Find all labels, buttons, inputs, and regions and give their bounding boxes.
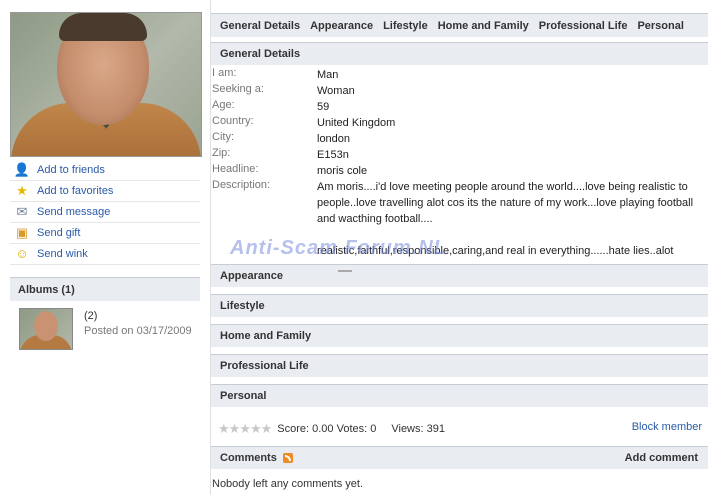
action-label: Send wink xyxy=(37,248,88,260)
field-value: london xyxy=(317,133,351,145)
rating-bar: ★★★★★ Score: 0.00 Votes: 0 Views: 391 xyxy=(218,421,445,437)
album-photo-count[interactable]: (2) xyxy=(84,310,97,322)
field-label: Age: xyxy=(212,99,235,111)
field-label: Headline: xyxy=(212,163,259,175)
section-personal[interactable]: Personal xyxy=(211,384,708,407)
field-label: Seeking a: xyxy=(212,83,264,95)
profile-tabs: General Details Appearance Lifestyle Hom… xyxy=(211,13,708,37)
tab-appearance[interactable]: Appearance xyxy=(310,20,373,32)
add-to-favorites-link[interactable]: ★ Add to favorites xyxy=(10,181,200,202)
albums-title: Albums (1) xyxy=(18,283,75,296)
add-comment-link[interactable]: Add comment xyxy=(625,452,698,464)
no-comments-text: Nobody left any comments yet. xyxy=(212,478,364,490)
profile-photo[interactable] xyxy=(10,12,202,157)
action-label: Send message xyxy=(37,206,111,218)
section-lifestyle[interactable]: Lifestyle xyxy=(211,294,708,317)
rating-stars[interactable]: ★★★★★ xyxy=(218,421,273,437)
field-label: Country: xyxy=(212,115,254,127)
star-icon[interactable]: ★ xyxy=(218,421,230,436)
action-label: Send gift xyxy=(37,227,81,239)
tab-professional-life[interactable]: Professional Life xyxy=(539,20,628,32)
gift-icon: ▣ xyxy=(15,225,29,240)
rss-icon[interactable] xyxy=(282,453,293,463)
section-general-details[interactable]: General Details xyxy=(211,42,708,65)
star-icon[interactable]: ★ xyxy=(250,421,262,436)
comments-header: Comments Add comment xyxy=(211,446,708,469)
field-label: Zip: xyxy=(212,147,231,159)
section-title: Appearance xyxy=(220,270,283,282)
album-thumbnail[interactable] xyxy=(19,308,73,350)
tab-general-details[interactable]: General Details xyxy=(220,20,300,32)
add-to-friends-link[interactable]: 👤 Add to friends xyxy=(10,160,200,181)
section-title: Lifestyle xyxy=(220,300,265,312)
tab-lifestyle[interactable]: Lifestyle xyxy=(383,20,428,32)
field-value: moris cole xyxy=(317,165,368,177)
star-icon[interactable]: ★ xyxy=(261,421,273,436)
field-value: 59 xyxy=(317,101,330,113)
country-link[interactable]: United Kingdom xyxy=(317,115,705,131)
albums-header: Albums (1) xyxy=(10,277,200,301)
section-title: Professional Life xyxy=(220,360,309,372)
watermark-text: Anti-Scam Forum.NL xyxy=(230,237,447,259)
comments-title: Comments xyxy=(220,452,277,464)
section-home-and-family[interactable]: Home and Family xyxy=(211,324,708,347)
tab-personal[interactable]: Personal xyxy=(637,20,683,32)
field-value: E153n xyxy=(317,149,349,161)
star-icon[interactable]: ★ xyxy=(239,421,251,436)
envelope-icon: ✉ xyxy=(16,204,28,219)
action-label: Add to favorites xyxy=(37,185,114,197)
block-member-link[interactable]: Block member xyxy=(632,421,702,433)
field-label: City: xyxy=(212,131,234,143)
section-appearance[interactable]: Appearance xyxy=(211,264,708,287)
left-column: 👤 Add to friends ★ Add to favorites ✉ Se… xyxy=(0,0,211,495)
profile-actions: 👤 Add to friends ★ Add to favorites ✉ Se… xyxy=(10,160,200,265)
send-gift-link[interactable]: ▣ Send gift xyxy=(10,223,200,244)
album-posted-date: Posted on 03/17/2009 xyxy=(84,325,192,337)
divider xyxy=(338,270,352,272)
section-title: Personal xyxy=(220,390,267,402)
section-title: General Details xyxy=(220,48,301,60)
star-icon[interactable]: ★ xyxy=(229,421,241,436)
send-wink-link[interactable]: ☺ Send wink xyxy=(10,244,200,265)
field-value: Man xyxy=(317,69,339,81)
score-votes-text: Score: 0.00 Votes: 0 xyxy=(277,423,377,435)
section-title: Home and Family xyxy=(220,330,312,342)
star-icon: ★ xyxy=(16,183,28,198)
tab-home-and-family[interactable]: Home and Family xyxy=(438,20,529,32)
add-friend-icon: 👤 xyxy=(13,162,31,177)
send-message-link[interactable]: ✉ Send message xyxy=(10,202,200,223)
divider-mark xyxy=(208,227,214,233)
field-label: Description: xyxy=(212,179,271,191)
section-professional-life[interactable]: Professional Life xyxy=(211,354,708,377)
views-count: Views: 391 xyxy=(391,423,445,435)
smiley-icon: ☺ xyxy=(15,246,29,261)
field-label: I am: xyxy=(212,67,237,79)
action-label: Add to friends xyxy=(37,164,105,176)
field-value: Woman xyxy=(317,85,355,97)
description-value: Am moris....i'd love meeting people arou… xyxy=(317,181,694,225)
